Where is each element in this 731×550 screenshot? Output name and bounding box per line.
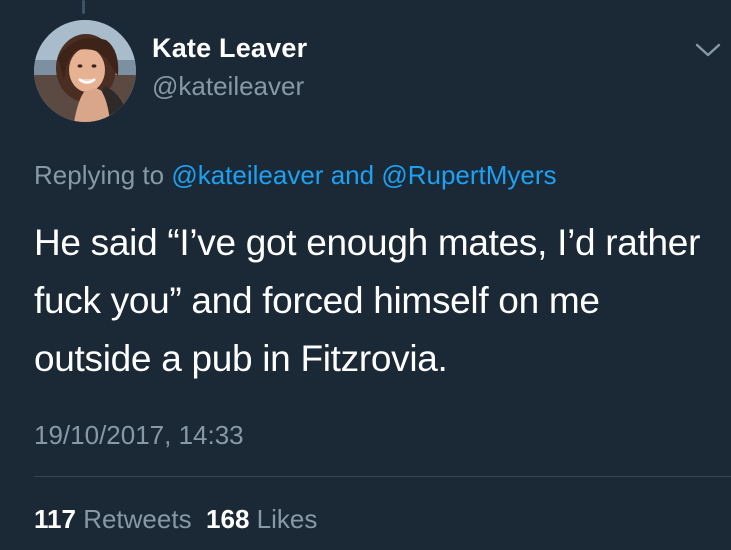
author-name[interactable]: Kate Leaver	[152, 33, 307, 64]
avatar[interactable]	[34, 20, 136, 122]
likes-count: 168	[206, 504, 250, 534]
likes-label: Likes	[256, 504, 318, 534]
replying-conjunction: and	[330, 160, 375, 190]
profile-photo-icon	[34, 20, 136, 122]
retweets-label: Retweets	[83, 504, 192, 534]
author-handle[interactable]: @kateileaver	[152, 71, 304, 102]
retweets-stat[interactable]: 117 Retweets	[34, 504, 192, 534]
retweets-count: 117	[34, 504, 76, 534]
divider	[34, 476, 731, 477]
tweet-card: Kate Leaver @kateileaver Replying to @ka…	[0, 0, 731, 550]
mention-link-rupertmyers[interactable]: @RupertMyers	[381, 160, 556, 190]
likes-stat[interactable]: 168 Likes	[206, 504, 317, 534]
tweet-timestamp[interactable]: 19/10/2017, 14:33	[34, 420, 244, 451]
replying-prefix: Replying to	[34, 160, 165, 190]
tweet-text: He said “I’ve got enough mates, I’d rath…	[34, 222, 701, 379]
replying-to-line: Replying to @kateileaver and @RupertMyer…	[34, 160, 557, 191]
mention-link-kateileaver[interactable]: @kateileaver	[171, 160, 323, 190]
thread-connector-line	[82, 0, 85, 14]
tweet-stats: 117 Retweets 168 Likes	[34, 504, 317, 535]
chevron-down-icon[interactable]	[693, 38, 723, 60]
